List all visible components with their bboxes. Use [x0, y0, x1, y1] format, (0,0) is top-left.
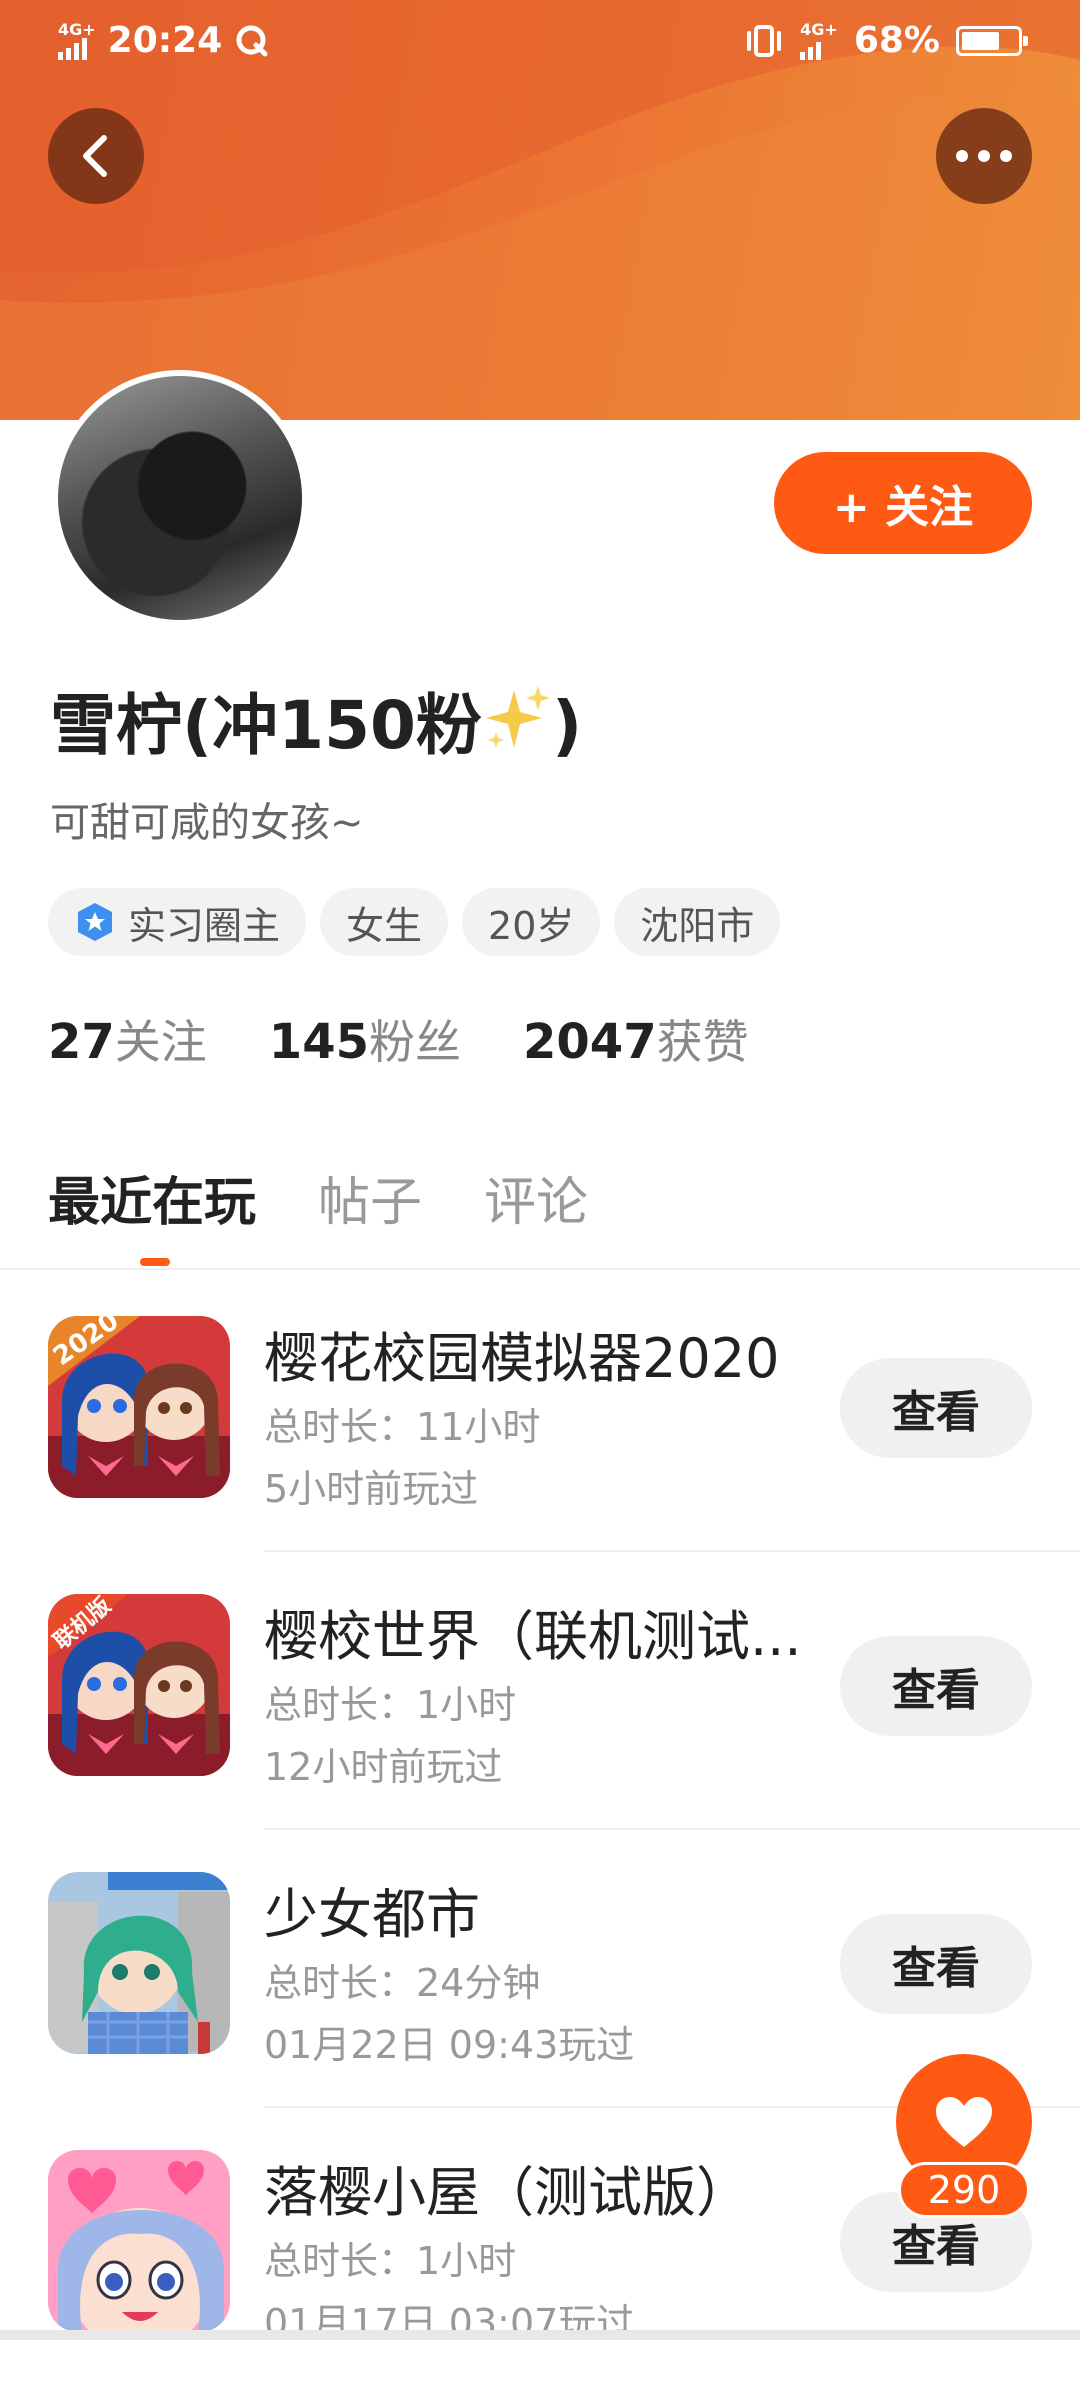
network-type: 4G+	[58, 19, 96, 39]
badge-star-icon	[78, 903, 112, 941]
tag-city: 沈阳市	[614, 888, 781, 956]
game-duration: 总时长：1小时	[264, 1683, 517, 1727]
back-button[interactable]	[48, 108, 144, 204]
stat-number: 27	[48, 1014, 115, 1070]
signal-icon: 4G+	[58, 19, 96, 60]
tab-posts[interactable]: 帖子	[318, 1160, 422, 1235]
profile-stats: 27关注 145粉丝 2047获赞	[48, 1006, 749, 1072]
profile-name: 雪柠(冲150粉 )	[50, 672, 582, 768]
stat-label: 粉丝	[369, 1015, 461, 1069]
tabs-divider	[0, 1268, 1080, 1270]
tag-gender: 女生	[320, 888, 449, 956]
status-time: 20:24	[107, 20, 223, 61]
avatar-image	[58, 376, 302, 620]
game-icon-sakura-house	[48, 2150, 230, 2332]
battery-icon	[956, 25, 1028, 56]
battery-percent: 68%	[853, 20, 940, 61]
game-duration: 总时长：24分钟	[264, 1961, 541, 2005]
avatar[interactable]	[52, 370, 308, 626]
game-last-played: 01月22日 09:43玩过	[264, 2023, 635, 2067]
signal-right-icon: 4G+	[800, 19, 838, 60]
tag-age: 20岁	[462, 888, 601, 956]
profile-bio: 可甜可咸的女孩~	[50, 800, 364, 846]
tag-label: 女生	[346, 903, 423, 948]
game-title: 落樱小屋（测试版）	[264, 2161, 750, 2224]
list-item[interactable]: 少女都市 总时长：24分钟 01月22日 09:43玩过 查看	[0, 1830, 1080, 2108]
game-last-played: 5小时前玩过	[264, 1467, 479, 1511]
tag-label: 沈阳市	[640, 903, 755, 948]
profile-name-suffix: )	[551, 687, 583, 764]
bottom-edge	[0, 2330, 1080, 2340]
game-title: 樱花校园模拟器2020	[264, 1327, 780, 1390]
view-button[interactable]: 查看	[840, 1358, 1032, 1458]
list-item[interactable]: 联机版 樱校世界（联机测试... 总时长：1小时 12小时前玩过 查看	[0, 1552, 1080, 1830]
back-arrow-icon	[83, 135, 107, 177]
game-icon-sakura-school-2020: 2020	[48, 1316, 230, 1498]
game-icon-sakura-world: 联机版	[48, 1594, 230, 1776]
game-title: 樱校世界（联机测试...	[264, 1605, 802, 1668]
tab-comments[interactable]: 评论	[484, 1160, 588, 1235]
stat-likes[interactable]: 2047获赞	[523, 1006, 749, 1072]
game-last-played: 12小时前玩过	[264, 1745, 503, 1789]
stat-number: 2047	[523, 1014, 657, 1070]
active-tab-indicator	[140, 1258, 170, 1266]
tag-circle-role[interactable]: 实习圈主	[48, 888, 307, 956]
vibrate-icon	[747, 24, 782, 57]
stat-followers[interactable]: 145粉丝	[269, 1006, 461, 1072]
view-button[interactable]: 查看	[840, 1914, 1032, 2014]
profile-name-text: 雪柠(冲150粉	[50, 687, 482, 764]
game-icon-girls-city	[48, 1872, 230, 2054]
follow-label: + 关注	[832, 482, 974, 533]
follow-button[interactable]: + 关注	[774, 452, 1032, 554]
profile-tags: 实习圈主 女生 20岁 沈阳市	[48, 888, 781, 956]
stat-number: 145	[268, 1014, 369, 1070]
notification-app-icon	[236, 25, 268, 56]
game-duration: 总时长：1小时	[264, 2239, 517, 2283]
stat-following[interactable]: 27关注	[48, 1006, 207, 1072]
status-bar: 4G+ 20:24 4G+ 68%	[0, 0, 1080, 84]
game-title: 少女都市	[264, 1883, 480, 1946]
network-type-right: 4G+	[800, 19, 838, 39]
tag-label: 20岁	[488, 903, 575, 948]
list-item[interactable]: 2020 樱花校园模拟器2020 总时长：11小时 5小时前玩过 查看	[0, 1274, 1080, 1552]
heart-icon	[936, 2097, 992, 2147]
game-duration: 总时长：11小时	[264, 1405, 541, 1449]
tag-label: 实习圈主	[128, 903, 281, 948]
more-dots-icon	[956, 150, 1012, 162]
profile-header-banner: 4G+ 20:24 4G+ 68%	[0, 0, 1080, 420]
tab-recently-played[interactable]: 最近在玩	[48, 1160, 256, 1235]
more-button[interactable]	[936, 108, 1032, 204]
sparkles-icon	[485, 686, 550, 748]
like-count-badge: 290	[898, 2162, 1030, 2218]
view-button[interactable]: 查看	[840, 1636, 1032, 1736]
profile-tabs: 最近在玩 帖子 评论	[48, 1160, 588, 1235]
stat-label: 获赞	[656, 1015, 749, 1069]
stat-label: 关注	[114, 1015, 207, 1069]
